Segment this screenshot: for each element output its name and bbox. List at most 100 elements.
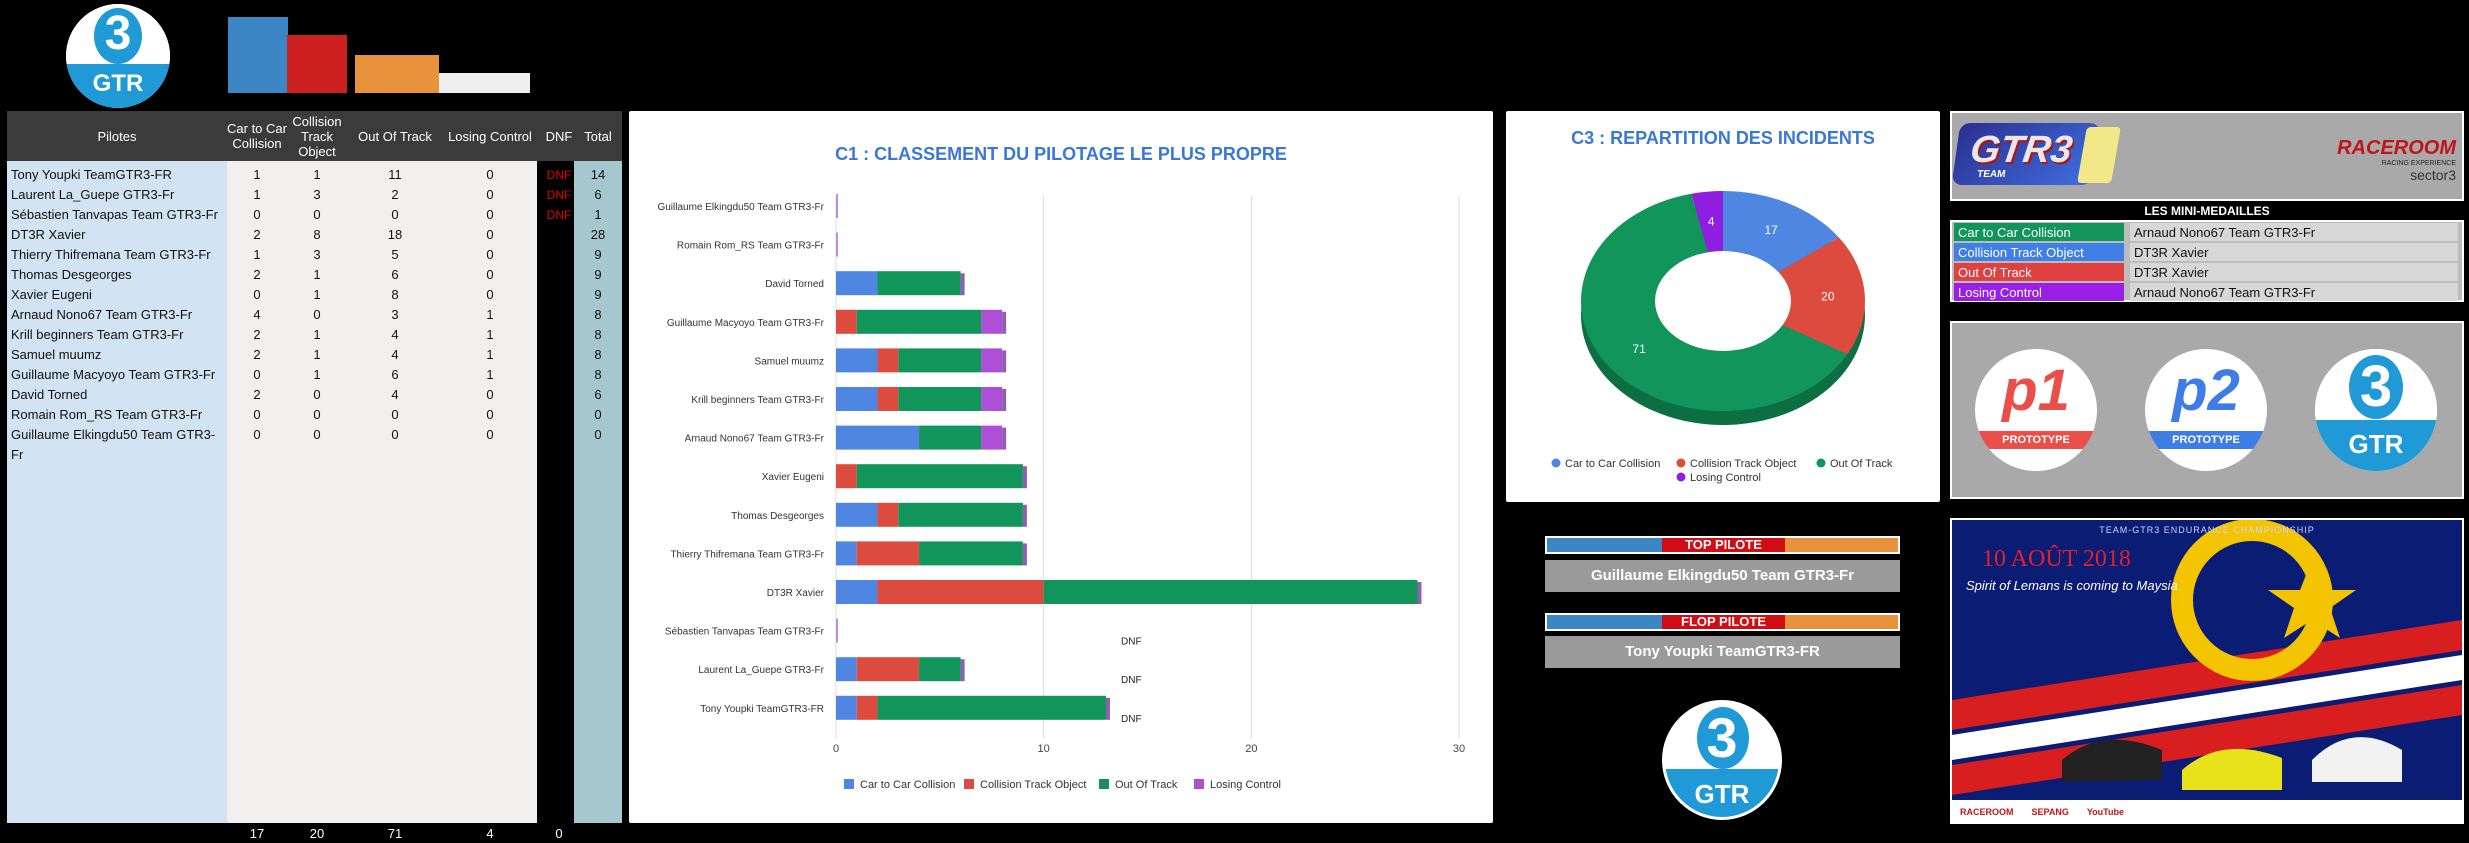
table-row: Guillaume Elkingdu50 Team GTR3-Fr 0 0 0 0 0: [7, 425, 624, 462]
cell-cto: 3: [313, 187, 321, 202]
legend-swatch: [1194, 779, 1204, 789]
bar-segment: [836, 387, 878, 411]
y-category-label: Sébastien Tanvapas Team GTR3-Fr: [665, 627, 825, 638]
cell-total: 0: [594, 427, 602, 442]
y-category-label: Arnaud Nono67 Team GTR3-Fr: [685, 434, 825, 445]
y-category-label: Thierry Thifremana Team GTR3-Fr: [670, 549, 824, 560]
bar-cap: [1002, 311, 1007, 334]
table-row: Krill beginners Team GTR3-Fr 2 1 4 1 8: [7, 325, 624, 345]
cell-c2c: 0: [253, 367, 261, 382]
cell-cto: 3: [313, 247, 321, 262]
cell-total: 8: [594, 367, 602, 382]
cell-oot: 6: [391, 267, 399, 282]
poster-tagline: Spirit of Lemans is coming to Maysia: [1966, 578, 2178, 593]
footer-sepang: SEPANG: [2031, 807, 2069, 817]
footer-raceroom: RACEROOM: [1960, 807, 2014, 817]
legend-dot: [1816, 458, 1826, 468]
color-bar-white: [439, 73, 530, 93]
bar-segment: [836, 464, 857, 489]
bar-cap: [1002, 389, 1007, 411]
legend-label: Car to Car Collision: [860, 779, 955, 791]
gtr3-logo: 3 GTR: [66, 4, 170, 108]
medal-category: Out Of Track: [1954, 263, 2124, 281]
top-pilote-bar: TOP PILOTE: [1545, 536, 1900, 554]
bar-segment: [898, 502, 1023, 527]
cell-oot: 18: [387, 227, 403, 242]
event-poster: TEAM-GTR3 ENDURANCE CHAMPIONSHIP 10 AOÛT…: [1950, 518, 2464, 824]
bar-cap: [1022, 504, 1027, 527]
medal-winner: DT3R Xavier: [2130, 263, 2458, 281]
cell-cto: 0: [313, 407, 321, 422]
table-row: Sébastien Tanvapas Team GTR3-Fr 0 0 0 0 DNF 1: [7, 205, 624, 225]
pilot-name: Laurent La_Guepe GTR3-Fr: [11, 187, 175, 202]
cell-cto: 1: [313, 167, 321, 182]
donut-value-label: 20: [1821, 290, 1835, 304]
y-category-label: Guillaume Elkingdu50 Team GTR3-Fr: [657, 202, 824, 213]
chart-c1-svg: 0 10 20 30 Guillaume Elkingdu50 Team GTR3-Fr…: [657, 194, 1465, 791]
legend-label: Out Of Track: [1115, 779, 1178, 791]
table-row: Tony Youpki TeamGTR3-FR 1 1 11 0 DNF 14: [7, 165, 624, 185]
chart-c3-panel: C3 : REPARTITION DES INCIDENTS 17 20 71 4 Ca…: [1506, 111, 1940, 502]
poster-headline: TEAM-GTR3 ENDURANCE CHAMPIONSHIP: [2099, 525, 2315, 535]
cell-lc: 0: [486, 267, 494, 282]
cell-oot: 2: [391, 187, 399, 202]
cell-cto: 1: [313, 367, 321, 382]
cell-lc: 0: [486, 287, 494, 302]
cell-lc: 1: [486, 367, 494, 382]
totals-row: 17 20 71 4 0: [7, 826, 624, 842]
legend-label: Losing Control: [1210, 779, 1281, 791]
bar-segment: [919, 541, 1023, 566]
bar-segment: [981, 425, 1003, 450]
medal-winner: Arnaud Nono67 Team GTR3-Fr: [2130, 223, 2458, 241]
legend-label: Losing Control: [1690, 472, 1761, 484]
bar-cap: [1022, 543, 1027, 566]
cell-c2c: 0: [253, 407, 261, 422]
bar-segment: [836, 695, 857, 720]
table-row: Samuel muumz 2 1 4 1 8: [7, 345, 624, 365]
bar-cap: [1417, 582, 1422, 604]
x-tick-label: 20: [1245, 743, 1257, 755]
bar-segment: [877, 695, 1106, 720]
cell-cto: 8: [313, 227, 321, 242]
table-row: David Torned 2 0 4 0 6: [7, 385, 624, 405]
donut-value-label: 4: [1708, 215, 1715, 229]
dnf-annotation: DNF: [1121, 675, 1142, 686]
poster-date: 10 AOÛT 2018: [1982, 546, 2131, 572]
cell-cto: 1: [313, 267, 321, 282]
medals-list: Car to Car Collision Arnaud Nono67 Team G…: [1950, 220, 2464, 302]
bar-segment: [981, 387, 1003, 411]
bar-cap: [1022, 466, 1027, 489]
legend-swatch: [964, 779, 974, 789]
color-bar-orange: [355, 55, 439, 93]
legend-swatch: [1099, 779, 1109, 789]
table-row: Arnaud Nono67 Team GTR3-Fr 4 0 3 1 8: [7, 305, 624, 325]
bar-segment: [836, 194, 838, 218]
color-bar-red: [287, 35, 347, 93]
cell-c2c: 2: [253, 267, 261, 282]
cell-oot: 0: [391, 427, 399, 442]
footer-youtube: YouTube: [2086, 807, 2125, 817]
y-category-label: Krill beginners Team GTR3-Fr: [691, 395, 824, 406]
cell-oot: 4: [391, 347, 399, 362]
bar-segment: [981, 348, 1003, 373]
legend-dot: [1676, 458, 1686, 468]
cell-lc: 1: [486, 327, 494, 342]
cell-lc: 1: [486, 307, 494, 322]
pilot-name: DT3R Xavier: [11, 227, 86, 242]
pilot-name: Tony Youpki TeamGTR3-FR: [11, 167, 172, 182]
bar-segment: [919, 657, 961, 682]
cell-c2c: 1: [253, 167, 261, 182]
pilot-name: Thierry Thifremana Team GTR3-Fr: [11, 247, 211, 262]
bar-cap: [1105, 697, 1110, 720]
cell-lc: 0: [486, 427, 494, 442]
table-row: Laurent La_Guepe GTR3-Fr 1 3 2 0 DNF 6: [7, 185, 624, 205]
cell-oot: 5: [391, 247, 399, 262]
flop-pilote-name: Tony Youpki TeamGTR3-FR: [1545, 636, 1900, 668]
bar-segment: [877, 348, 899, 373]
legend-dot: [1551, 458, 1561, 468]
y-category-label: Laurent La_Guepe GTR3-Fr: [698, 665, 824, 676]
cell-lc: 0: [486, 407, 494, 422]
pilot-name: Guillaume Elkingdu50 Team GTR3-Fr: [11, 427, 216, 462]
cell-cto: 0: [313, 427, 321, 442]
table-row: Xavier Eugeni 0 1 8 0 9: [7, 285, 624, 305]
